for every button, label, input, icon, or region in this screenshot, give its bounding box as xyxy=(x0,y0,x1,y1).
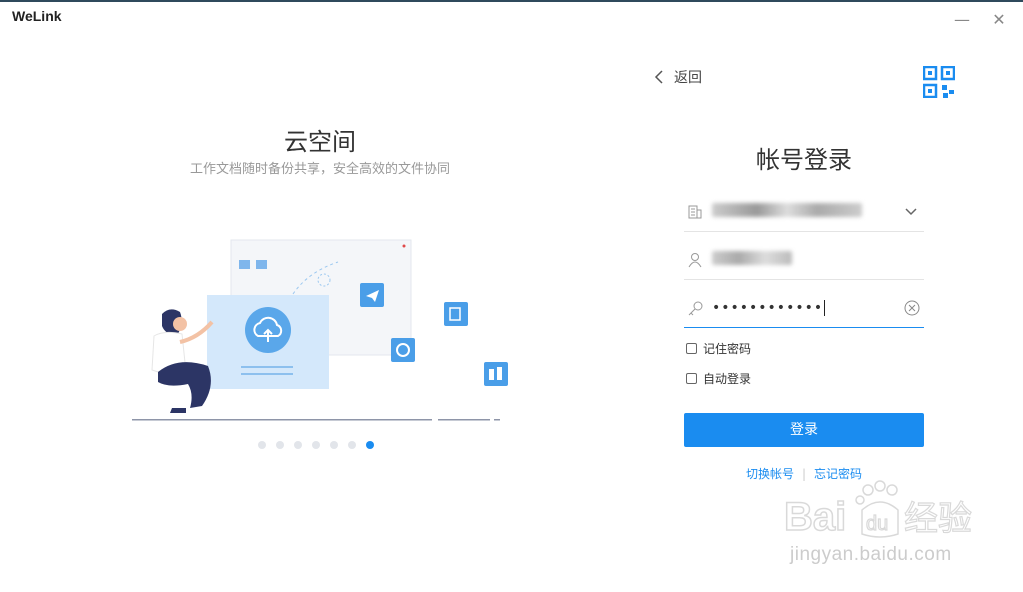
chevron-down-icon[interactable] xyxy=(904,207,918,217)
chevron-left-icon xyxy=(654,70,663,84)
qr-code-icon[interactable] xyxy=(923,66,955,98)
carousel-dot[interactable] xyxy=(312,441,320,449)
carousel-dot[interactable] xyxy=(348,441,356,449)
username-value xyxy=(712,250,924,269)
switch-account-link[interactable]: 切换帐号 xyxy=(746,467,794,481)
remember-password-label: 记住密码 xyxy=(703,342,752,356)
minimize-button[interactable]: — xyxy=(952,10,972,30)
watermark-url: jingyan.baidu.com xyxy=(790,544,952,565)
cloud-space-illustration xyxy=(132,239,508,421)
checkbox-box[interactable] xyxy=(686,343,697,354)
feature-subtitle: 工作文档随时备份共享，安全高效的文件协同 xyxy=(189,162,450,177)
carousel-dot[interactable] xyxy=(276,441,284,449)
auto-login-checkbox[interactable]: 自动登录 xyxy=(686,370,751,387)
login-title: 帐号登录 xyxy=(756,146,852,174)
link-separator: | xyxy=(801,467,807,481)
forgot-password-link[interactable]: 忘记密码 xyxy=(814,467,862,481)
svg-text:经验: 经验 xyxy=(904,499,972,539)
back-button[interactable]: 返回 xyxy=(654,67,702,87)
building-icon xyxy=(688,205,702,218)
checkbox-box[interactable] xyxy=(686,373,697,384)
svg-text:Bai: Bai xyxy=(784,495,846,539)
carousel-indicator xyxy=(258,441,374,449)
svg-text:du: du xyxy=(866,513,888,535)
password-value: •••••••••••• xyxy=(712,299,826,316)
clear-input-icon[interactable] xyxy=(904,300,920,316)
app-title: WeLink xyxy=(12,8,62,24)
login-button[interactable]: 登录 xyxy=(684,413,924,447)
carousel-dot[interactable] xyxy=(294,441,302,449)
auto-login-label: 自动登录 xyxy=(703,372,752,386)
carousel-dot[interactable] xyxy=(330,441,338,449)
carousel-dot[interactable] xyxy=(258,441,266,449)
key-icon xyxy=(688,301,703,315)
back-label: 返回 xyxy=(674,70,702,86)
close-button[interactable]: ✕ xyxy=(989,10,1009,30)
remember-password-checkbox[interactable]: 记住密码 xyxy=(686,340,751,357)
carousel-dot[interactable] xyxy=(366,441,374,449)
company-select[interactable] xyxy=(684,192,924,232)
window-top-border xyxy=(0,0,1023,2)
username-field[interactable] xyxy=(684,240,924,280)
feature-title: 云空间 xyxy=(284,128,356,156)
password-field[interactable]: •••••••••••• xyxy=(684,288,924,328)
company-value xyxy=(712,202,904,221)
baidu-jingyan-watermark-logo: Bai du 经验 xyxy=(783,480,973,540)
user-icon xyxy=(688,252,702,267)
